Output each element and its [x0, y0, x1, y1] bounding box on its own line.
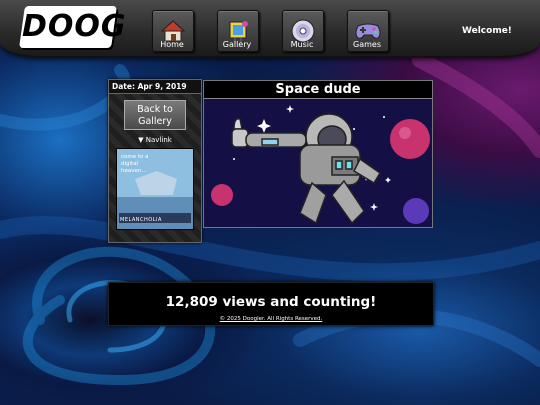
nav-gallery[interactable]: Gallery — [217, 10, 259, 52]
navlink-toggle[interactable]: ▼ Navlink — [109, 136, 201, 144]
welcome-text: Welcome! — [462, 26, 512, 36]
copyright-link[interactable]: © 2025 Doogler. All Rights Reserved. — [109, 316, 433, 322]
nav-music[interactable]: Music — [282, 10, 324, 52]
nav-music-label: Music — [290, 40, 314, 49]
site-header: DOOG Home Gallery Music Games Welcome! — [0, 0, 540, 58]
artwork-sidebar: Date: Apr 9, 2019 Back to Gallery ▼ Navl… — [108, 79, 202, 243]
logo-text: DOOG — [22, 9, 127, 44]
post-date: Date: Apr 9, 2019 — [109, 80, 201, 94]
nav-home-label: Home — [160, 40, 184, 49]
nav-games[interactable]: Games — [347, 10, 389, 52]
nav-games-label: Games — [353, 40, 381, 49]
astronaut-artwork[interactable] — [204, 99, 432, 227]
nav-home[interactable]: Home — [152, 10, 194, 52]
nav-gallery-label: Gallery — [222, 40, 252, 49]
banner-tagline: come to a digital heaven... — [121, 154, 149, 174]
melancholia-banner[interactable]: come to a digital heaven... MELANCHOLIA — [116, 148, 194, 230]
view-counter: 12,809 views and counting! — [165, 294, 377, 310]
back-to-gallery-button[interactable]: Back to Gallery — [124, 100, 186, 130]
artwork-panel: Space dude — [203, 80, 433, 228]
banner-brand: MELANCHOLIA — [120, 217, 162, 223]
site-footer: 12,809 views and counting! © 2025 Doogle… — [108, 282, 434, 326]
artwork-title: Space dude — [204, 81, 432, 99]
site-logo[interactable]: DOOG — [19, 6, 127, 48]
